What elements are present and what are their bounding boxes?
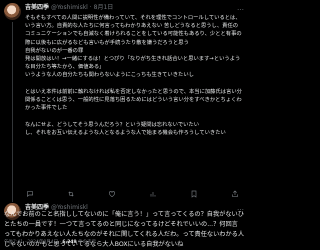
reply-icon[interactable]	[25, 189, 35, 199]
separator-dot: ·	[59, 240, 61, 245]
author-name[interactable]: 吉美四季	[25, 4, 49, 11]
author-avatar[interactable]	[4, 3, 21, 20]
post-header: 吉美四季 @Yoshimiskl · 8月1日 …	[25, 3, 244, 13]
bookmark-icon[interactable]	[189, 189, 199, 199]
post-full-date[interactable]: 2024年8月4日	[27, 240, 58, 245]
repost-icon[interactable]	[66, 189, 76, 199]
more-options-icon[interactable]: …	[237, 3, 244, 13]
author-handle[interactable]: @Yoshimiskl	[51, 4, 88, 11]
share-icon[interactable]	[230, 189, 240, 199]
thread-connector	[12, 22, 13, 202]
separator-dot: ·	[24, 240, 26, 245]
post-meta: 午後7:41 · 2024年8月4日 · 6,249 件の表示	[4, 239, 96, 245]
view-count-label: 件の表示	[78, 240, 97, 245]
like-icon[interactable]	[107, 189, 117, 199]
post-actions	[25, 189, 240, 199]
view-count: 6,249	[62, 240, 77, 245]
post-item[interactable]: 吉美四季 @Yoshimiskl · 8月1日 … そもそもすべての人間に説明性…	[0, 0, 247, 202]
post-date[interactable]: 8月1日	[94, 4, 114, 11]
views-icon[interactable]	[148, 189, 158, 199]
post-time[interactable]: 午後7:41	[4, 240, 23, 245]
post-text: そもそもすべての人間に説明性が備わっていて、それを理性でコントロールしているとは…	[25, 15, 242, 136]
separator-dot: ·	[89, 4, 92, 11]
